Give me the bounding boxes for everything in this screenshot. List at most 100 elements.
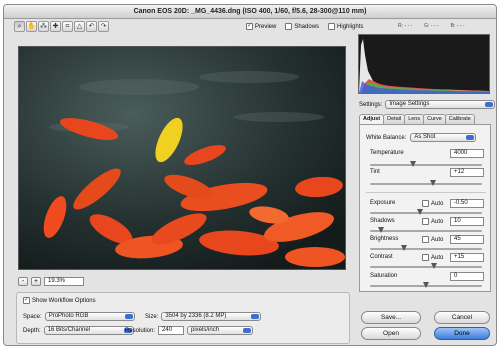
hand-tool-icon[interactable]: ✋: [26, 21, 37, 32]
shadows-label: Shadows: [370, 218, 395, 224]
resolution-row: Resolution: 240 pixels/inch: [125, 326, 254, 335]
koi-photo: [19, 47, 345, 269]
tint-slider[interactable]: [370, 180, 482, 186]
size-label: Size:: [145, 313, 159, 320]
panel-tabs: Adjust Detail Lens Curve Calibrate: [359, 114, 475, 124]
color-sampler-tool-icon[interactable]: ✚: [50, 21, 61, 32]
tint-input[interactable]: +12: [450, 168, 484, 177]
depth-select[interactable]: 16 Bits/Channel: [43, 326, 134, 335]
saturation-input[interactable]: 0: [450, 272, 484, 281]
blue-readout: B: - - -: [450, 23, 465, 29]
zoom-in-button[interactable]: +: [31, 277, 41, 286]
shadows-auto-check[interactable]: [422, 218, 429, 225]
white-balance-select[interactable]: As Shot: [410, 133, 477, 142]
depth-row: Depth: 16 Bits/Channel: [23, 326, 134, 335]
contrast-auto-check[interactable]: [422, 254, 429, 261]
straighten-tool-icon[interactable]: △: [74, 21, 85, 32]
tab-curve[interactable]: Curve: [423, 114, 446, 124]
space-row: Space: ProPhoto RGB: [23, 312, 135, 321]
green-readout: G: - - -: [424, 23, 439, 29]
brightness-auto-check[interactable]: [422, 236, 429, 243]
zoom-controls: - + 19.3%: [18, 277, 84, 286]
brightness-auto-label: Auto: [431, 236, 444, 243]
saturation-slider[interactable]: [370, 282, 482, 288]
brightness-label: Brightness: [370, 236, 399, 242]
tint-slider-thumb[interactable]: [429, 180, 436, 186]
preview-check[interactable]: ✓: [246, 23, 253, 30]
exposure-slider[interactable]: [370, 209, 482, 215]
exposure-label: Exposure: [370, 200, 396, 206]
resolution-input[interactable]: 240: [158, 326, 185, 335]
zoom-out-button[interactable]: -: [18, 277, 28, 286]
highlights-check[interactable]: [328, 23, 336, 30]
preview-checkbox[interactable]: ✓ Preview: [246, 23, 276, 31]
exposure-auto-check[interactable]: [422, 200, 429, 207]
shadows-input[interactable]: 10: [450, 217, 484, 226]
shadows-check[interactable]: [285, 23, 293, 30]
toolbar: ⌕ ✋ ⁂ ✚ ⌗ △ ↶ ↷: [14, 21, 109, 33]
white-balance-label: White Balance:: [366, 134, 407, 141]
tab-detail[interactable]: Detail: [383, 114, 406, 124]
shadows-label: Shadows: [294, 24, 320, 31]
shadows-auto[interactable]: Auto: [422, 218, 443, 225]
settings-select[interactable]: Image Settings: [385, 100, 496, 109]
rotate-left-icon[interactable]: ↶: [86, 21, 97, 32]
exposure-slider-thumb[interactable]: [417, 209, 424, 215]
camera-raw-window: Canon EOS 20D: _MG_4436.dng (ISO 400, 1/…: [3, 4, 497, 346]
rotate-right-icon[interactable]: ↷: [98, 21, 109, 32]
brightness-slider[interactable]: [370, 245, 482, 251]
exposure-auto[interactable]: Auto: [422, 200, 443, 207]
shadows-slider-thumb[interactable]: [378, 227, 385, 233]
tab-adjust[interactable]: Adjust: [359, 114, 385, 124]
open-button[interactable]: Open: [361, 327, 421, 340]
rgb-readouts: R: - - - G: - - - B: - - -: [398, 23, 465, 29]
temperature-slider[interactable]: [370, 161, 482, 167]
temperature-slider-thumb[interactable]: [409, 161, 416, 167]
tab-lens[interactable]: Lens: [404, 114, 425, 124]
white-balance-row: White Balance: As Shot: [366, 133, 477, 142]
red-readout: R: - - -: [398, 23, 413, 29]
zoom-tool-icon[interactable]: ⌕: [14, 21, 25, 32]
white-balance-tool-icon[interactable]: ⁂: [38, 21, 49, 32]
brightness-input[interactable]: 45: [450, 235, 484, 244]
resolution-unit-select[interactable]: pixels/inch: [187, 326, 254, 335]
shadows-slider[interactable]: [370, 227, 482, 233]
done-button[interactable]: Done: [434, 327, 490, 340]
contrast-slider-thumb[interactable]: [430, 263, 437, 269]
preview-options: ✓ Preview Shadows Highlights: [246, 23, 363, 31]
exposure-auto-label: Auto: [431, 200, 444, 207]
cancel-button[interactable]: Cancel: [434, 311, 490, 324]
space-select[interactable]: ProPhoto RGB: [44, 312, 135, 321]
image-preview[interactable]: [18, 46, 346, 270]
workflow-label: Show Workflow Options: [32, 298, 96, 305]
separator: [366, 192, 486, 193]
resolution-label: Resolution:: [125, 327, 156, 334]
exposure-input[interactable]: -0.50: [450, 199, 484, 208]
histogram-graph: [359, 39, 489, 93]
workflow-check[interactable]: ✓: [23, 297, 30, 304]
contrast-input[interactable]: +15: [450, 253, 484, 262]
contrast-slider[interactable]: [370, 263, 482, 269]
brightness-auto[interactable]: Auto: [422, 236, 443, 243]
contrast-auto[interactable]: Auto: [422, 254, 443, 261]
temperature-input[interactable]: 4000: [450, 149, 484, 158]
depth-label: Depth:: [23, 327, 41, 334]
show-workflow-options[interactable]: ✓ Show Workflow Options: [23, 297, 96, 304]
workflow-options: ✓ Show Workflow Options Space: ProPhoto R…: [16, 292, 350, 344]
save-button[interactable]: Save...: [361, 311, 421, 324]
size-select[interactable]: 3504 by 2336 (8.2 MP): [161, 312, 262, 321]
highlights-clip-checkbox[interactable]: Highlights: [328, 23, 363, 31]
preview-label: Preview: [255, 24, 277, 31]
crop-tool-icon[interactable]: ⌗: [62, 21, 73, 32]
window-title: Canon EOS 20D: _MG_4436.dng (ISO 400, 1/…: [4, 5, 496, 19]
contrast-label: Contrast: [370, 254, 393, 260]
histogram: [358, 34, 490, 94]
adjust-panel: White Balance: As Shot Temperature 4000 …: [359, 124, 491, 292]
settings-row: Settings: Image Settings ▸: [359, 100, 496, 109]
shadows-clip-checkbox[interactable]: Shadows: [285, 23, 319, 31]
saturation-label: Saturation: [370, 273, 398, 279]
brightness-slider-thumb[interactable]: [400, 245, 407, 251]
zoom-level[interactable]: 19.3%: [44, 277, 84, 286]
saturation-slider-thumb[interactable]: [423, 282, 429, 288]
tab-calibrate[interactable]: Calibrate: [444, 114, 475, 124]
